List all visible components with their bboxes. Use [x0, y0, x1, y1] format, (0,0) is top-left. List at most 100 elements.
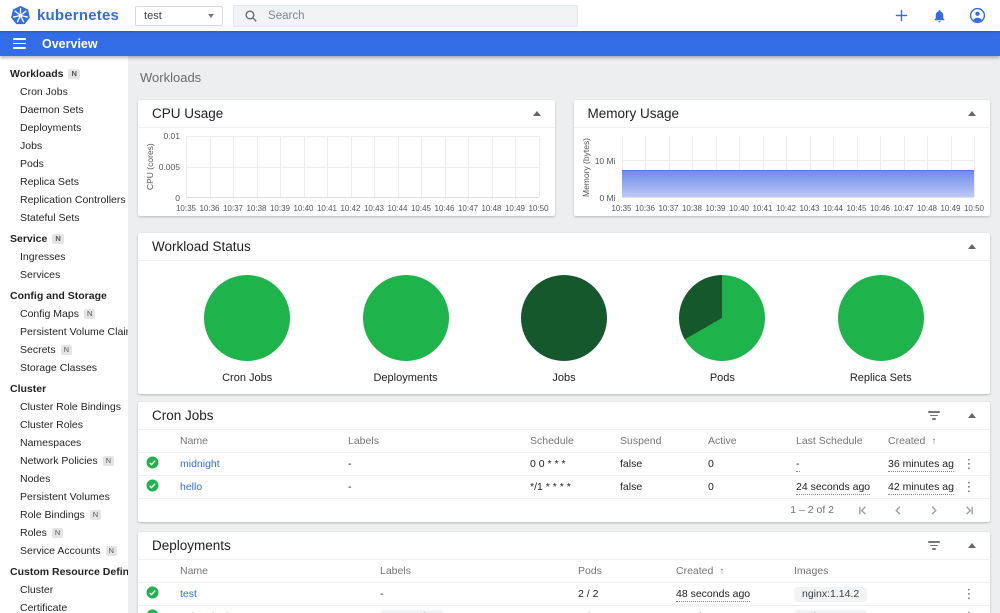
column-header-name[interactable]: Name [172, 430, 340, 453]
last_schedule-value: - [796, 458, 800, 472]
sidebar-item-label: Persistent Volumes [20, 491, 110, 503]
sidebar-item-label: Cluster Roles [20, 419, 84, 431]
search-input[interactable] [268, 9, 568, 22]
collapse-icon[interactable] [532, 111, 541, 116]
sidebar-item-label: Service Accounts [20, 545, 101, 557]
sidebar-group-cluster: Cluster Cluster Role Bindings Cluster Role… [0, 380, 128, 560]
kubernetes-logo[interactable]: kubernetes [10, 5, 119, 26]
pie-label: Replica Sets [849, 372, 912, 384]
sidebar-item-workloads[interactable]: Workloads N [0, 65, 128, 83]
memory-usage-title: Memory Usage [587, 106, 680, 121]
row-status-cell [138, 475, 172, 499]
sidebar-item-label: Cluster [20, 584, 54, 596]
sidebar-item-ingresses[interactable]: Ingresses [0, 248, 128, 266]
column-header-created[interactable]: Created ↑ [668, 560, 786, 583]
kebab-menu-icon[interactable]: ⋮ [962, 479, 976, 495]
sidebar-item-custom-resource-definitions[interactable]: Custom Resource Definitions [0, 563, 128, 581]
schedule-value: */1 * * * * [530, 481, 571, 493]
workload-status-title: Workload Status [152, 239, 251, 254]
sidebar-item-storage-classes[interactable]: Storage Classes [0, 359, 128, 377]
namespace-select[interactable]: test [135, 5, 224, 26]
gridline-horizontal [621, 160, 974, 162]
sidebar-item-label: Secrets [20, 344, 56, 356]
column-header-schedule[interactable]: Schedule [522, 430, 612, 453]
user-profile-button[interactable] [964, 3, 990, 29]
sidebar-item-services[interactable]: Services [0, 266, 128, 284]
sidebar-item-jobs[interactable]: Jobs [0, 137, 128, 155]
name-link[interactable]: hello [180, 481, 202, 493]
sidebar-item-replication-controllers[interactable]: Replication Controllers [0, 191, 128, 209]
sidebar-item-stateful-sets[interactable]: Stateful Sets [0, 209, 128, 227]
column-header-suspend[interactable]: Suspend [612, 430, 700, 453]
cell-schedule: */1 * * * * [522, 475, 612, 499]
sidebar-item-replica-sets[interactable]: Replica Sets [0, 173, 128, 191]
row-status-cell [138, 605, 172, 613]
sidebar-item-role-bindings[interactable]: Role Bindings N [0, 506, 128, 524]
sidebar-item-persistent-volume-claims[interactable]: Persistent Volume ClaimsN [0, 323, 128, 341]
filter-icon[interactable] [926, 409, 942, 422]
check-circle-icon [146, 456, 159, 472]
collapse-icon[interactable] [968, 543, 976, 548]
sidebar-item-cron-jobs[interactable]: Cron Jobs [0, 83, 128, 101]
column-header-pods[interactable]: Pods [570, 560, 668, 583]
menu-icon[interactable] [13, 38, 26, 49]
kebab-menu-icon[interactable]: ⋮ [962, 586, 976, 602]
sidebar-item-service-accounts[interactable]: Service Accounts N [0, 542, 128, 560]
y-tick-label: 0 Mi [599, 193, 616, 203]
column-header-created[interactable]: Created ↑ [880, 430, 954, 453]
sidebar-item-cluster-roles[interactable]: Cluster Roles [0, 416, 128, 434]
namespace-select-value: test [144, 9, 162, 22]
sidebar-item-cluster[interactable]: Cluster [0, 380, 128, 398]
usage-charts-row: CPU Usage CPU (cores) 0 0.005 0.01 10:35 10:3… [138, 100, 990, 216]
cron-jobs-pagination: 1 – 2 of 2 [138, 499, 990, 522]
x-tick-label: 10:48 [481, 204, 502, 213]
sidebar-item-roles[interactable]: Roles N [0, 524, 128, 542]
name-link[interactable]: midnight [180, 458, 220, 470]
first-page-button[interactable] [858, 505, 869, 516]
sidebar-item-namespaces[interactable]: Namespaces [0, 434, 128, 452]
kebab-menu-icon[interactable]: ⋮ [962, 456, 976, 472]
previous-page-icon [895, 505, 901, 515]
sidebar-item-network-policies[interactable]: Network Policies N [0, 452, 128, 470]
pods-value: 2 / 2 [578, 588, 599, 600]
kebab-menu-icon[interactable]: ⋮ [962, 609, 976, 613]
cell-last_schedule: 24 seconds ago [788, 475, 880, 499]
column-header-labels[interactable]: Labels [340, 430, 522, 453]
sidebar-item-secrets[interactable]: Secrets N [0, 341, 128, 359]
create-button[interactable] [888, 3, 914, 29]
sidebar-item-label: Nodes [20, 473, 51, 485]
column-header-images[interactable]: Images [786, 560, 954, 583]
collapse-icon[interactable] [968, 111, 976, 116]
sidebar-item-pods[interactable]: Pods [0, 155, 128, 173]
search-bar[interactable] [233, 4, 579, 27]
last-page-icon [966, 505, 973, 515]
notifications-button[interactable] [926, 3, 952, 29]
column-header-active[interactable]: Active [700, 430, 788, 453]
top-header: kubernetes test [0, 0, 1000, 31]
next-page-button[interactable] [928, 505, 939, 516]
collapse-icon[interactable] [968, 413, 976, 418]
sidebar-item-persistent-volumes[interactable]: Persistent Volumes [0, 488, 128, 506]
sidebar-item-service[interactable]: Service N [0, 230, 128, 248]
cell-schedule: 0 0 * * * [522, 452, 612, 476]
sidebar-item-deployments[interactable]: Deployments [0, 119, 128, 137]
column-header-name[interactable]: Name [172, 560, 372, 583]
sidebar-item-cluster[interactable]: Cluster [0, 581, 128, 599]
sidebar-item-config-and-storage[interactable]: Config and Storage [0, 287, 128, 305]
column-header-labels[interactable]: Labels [372, 560, 570, 583]
previous-page-button[interactable] [893, 505, 904, 516]
collapse-icon[interactable] [968, 244, 976, 249]
filter-icon[interactable] [926, 539, 942, 552]
column-header-last-schedule[interactable]: Last Schedule [788, 430, 880, 453]
check-circle-icon [146, 586, 159, 602]
name-link[interactable]: test [180, 588, 197, 600]
x-tick-label: 10:40 [728, 204, 750, 213]
x-tick-label: 10:42 [340, 204, 361, 213]
pie-label: Pods [709, 372, 735, 384]
sidebar-item-certificate[interactable]: Certificate [0, 599, 128, 613]
sidebar-item-daemon-sets[interactable]: Daemon Sets [0, 101, 128, 119]
sidebar-item-config-maps[interactable]: Config Maps N [0, 305, 128, 323]
last-page-button[interactable] [963, 505, 974, 516]
sidebar-item-nodes[interactable]: Nodes [0, 470, 128, 488]
sidebar-item-cluster-role-bindings[interactable]: Cluster Role Bindings [0, 398, 128, 416]
